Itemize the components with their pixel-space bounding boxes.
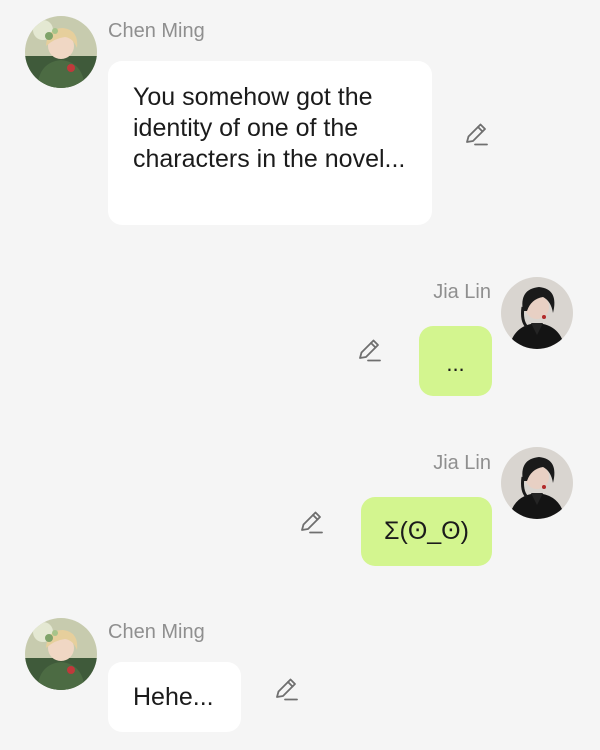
- sender-name: Chen Ming: [108, 20, 205, 42]
- sender-name: Chen Ming: [108, 621, 205, 643]
- pencil-icon[interactable]: [297, 508, 325, 536]
- message-bubble[interactable]: Hehe...: [108, 662, 241, 732]
- sender-name: Jia Lin: [433, 452, 491, 474]
- avatar-jia-lin-icon[interactable]: [501, 277, 573, 349]
- avatar-jia-lin-icon[interactable]: [501, 447, 573, 519]
- message-bubble[interactable]: ...: [419, 326, 492, 396]
- pencil-icon[interactable]: [272, 675, 300, 703]
- pencil-icon[interactable]: [462, 120, 490, 148]
- avatar-chen-ming-icon[interactable]: [25, 16, 97, 88]
- pencil-icon[interactable]: [355, 336, 383, 364]
- message-bubble[interactable]: Σ(ʘ_ʘ): [361, 497, 492, 566]
- sender-name: Jia Lin: [433, 281, 491, 303]
- message-bubble[interactable]: You somehow got the identity of one of t…: [108, 61, 432, 225]
- avatar-chen-ming-icon[interactable]: [25, 618, 97, 690]
